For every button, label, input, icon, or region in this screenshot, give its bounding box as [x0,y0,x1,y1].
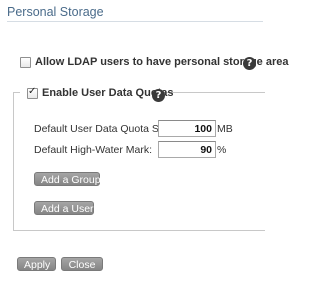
title-divider [7,21,263,22]
quota-size-unit: MB [217,123,233,135]
ldap-checkbox[interactable] [20,57,31,68]
add-group-button[interactable]: Add a Group [34,172,101,186]
ldap-help-icon[interactable]: ? [243,57,256,70]
quota-size-input[interactable] [158,120,216,137]
quota-size-label: Default User Data Quota Size: [34,123,176,135]
high-water-label: Default High-Water Mark: [34,144,153,156]
high-water-unit: % [217,144,227,156]
close-button[interactable]: Close [61,257,103,271]
quotas-help-icon[interactable]: ? [152,89,165,102]
high-water-input[interactable] [158,141,216,158]
apply-button[interactable]: Apply [17,257,56,271]
page-title: Personal Storage [7,5,104,19]
add-user-button[interactable]: Add a User [34,201,94,215]
quotas-checkbox[interactable] [27,86,38,99]
